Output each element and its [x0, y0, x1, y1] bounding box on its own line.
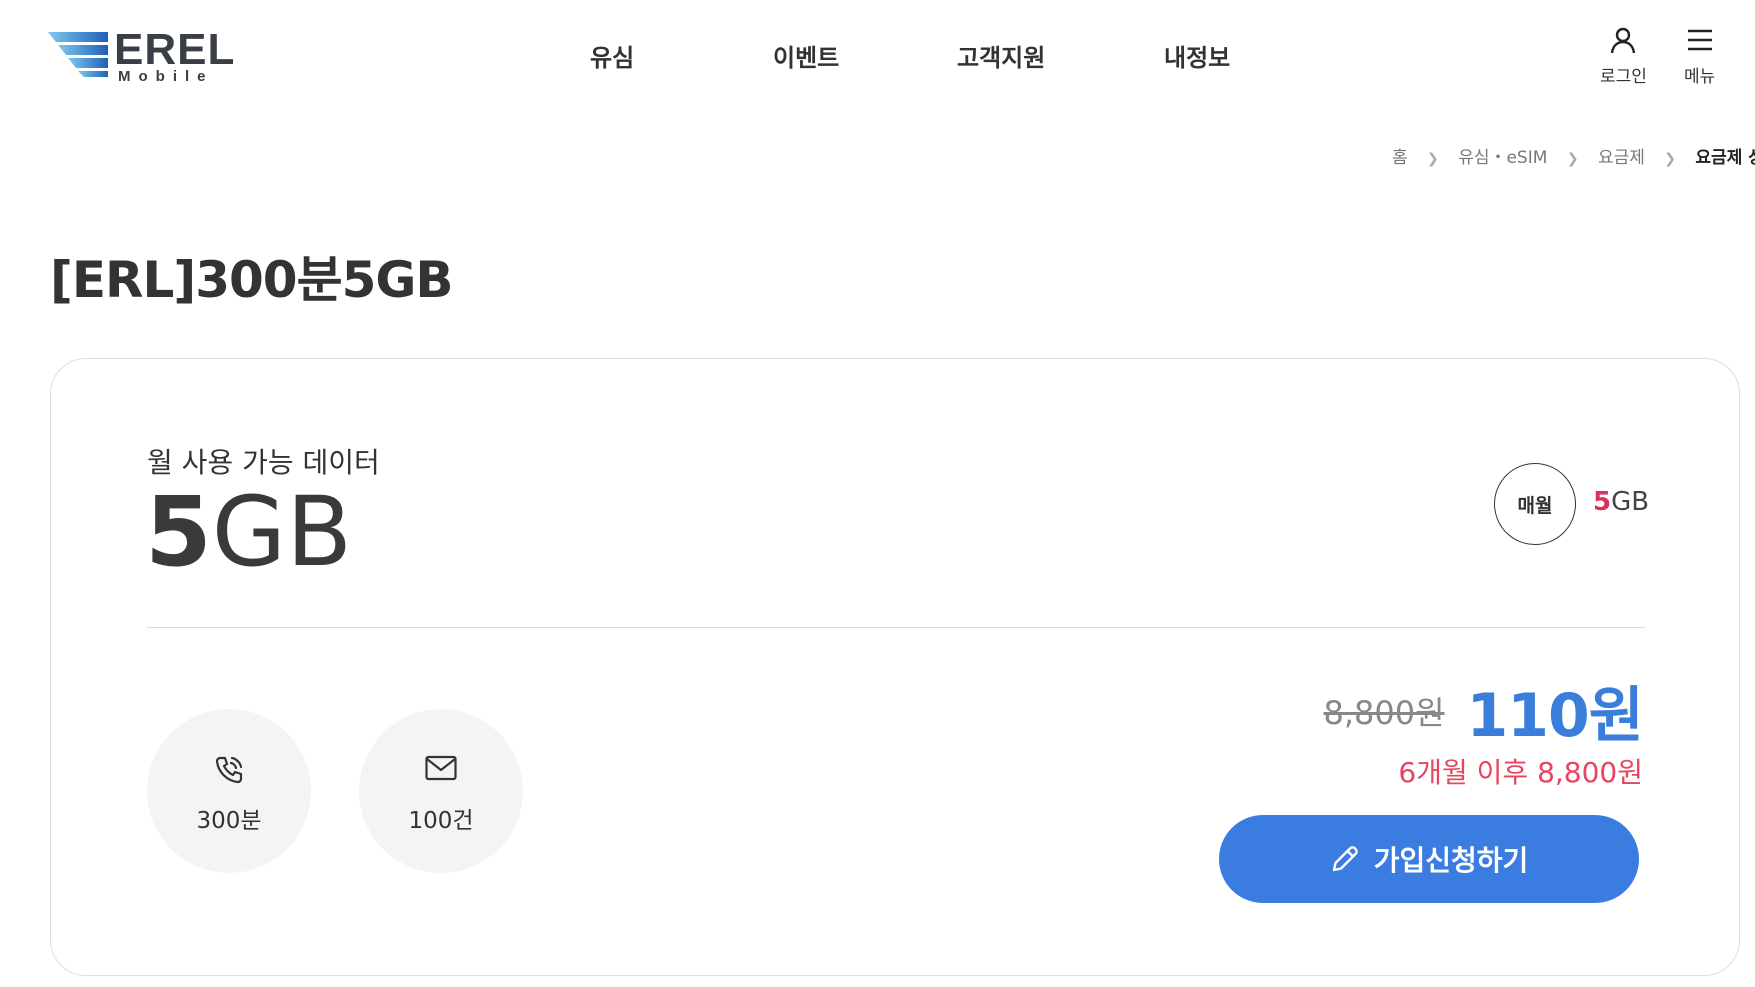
monthly-data-number: 5: [1593, 487, 1612, 517]
data-amount-unit: GB: [211, 476, 353, 588]
breadcrumb: 홈 ❯ 유심・eSIM ❯ 요금제 ❯ 요금제 상세: [1392, 143, 1755, 168]
feature-sms: 100건: [359, 709, 523, 873]
main-nav: 유심 이벤트 고객지원 내정보: [0, 38, 1755, 78]
chevron-right-icon: ❯: [1566, 151, 1579, 167]
pencil-icon: [1332, 846, 1358, 872]
user-icon: [1611, 27, 1636, 54]
menu-label: 메뉴: [1684, 67, 1716, 87]
chevron-right-icon: ❯: [1664, 151, 1677, 167]
breadcrumb-home[interactable]: 홈: [1392, 148, 1408, 168]
phone-icon: [215, 756, 243, 784]
chevron-right-icon: ❯: [1427, 151, 1439, 167]
mail-icon: [425, 755, 457, 781]
nav-item-usim[interactable]: 유심: [590, 38, 634, 73]
feature-sms-label: 100건: [408, 808, 474, 834]
data-label: 월 사용 가능 데이터: [147, 446, 380, 479]
login-button[interactable]: 로그인: [1600, 26, 1647, 87]
monthly-badge: 매월: [1494, 463, 1576, 545]
hamburger-menu-icon: [1687, 29, 1712, 51]
nav-item-myinfo[interactable]: 내정보: [1164, 38, 1230, 73]
breadcrumb-plans[interactable]: 요금제: [1598, 148, 1645, 168]
original-price: 8,800원: [1323, 693, 1445, 732]
site-header: EREL Mobile 유심 이벤트 고객지원 내정보 로그인 메뉴: [0, 0, 1755, 110]
monthly-data: 5GB: [1593, 487, 1649, 517]
nav-item-event[interactable]: 이벤트: [773, 38, 839, 73]
plan-card: 월 사용 가능 데이터 5GB 매월 5GB 300분 100건 8,800원 1…: [50, 358, 1740, 976]
discount-price: 110원: [1466, 681, 1644, 751]
feature-voice: 300분: [147, 709, 311, 873]
feature-voice-label: 300분: [196, 808, 262, 834]
monthly-data-unit: GB: [1611, 487, 1650, 517]
login-label: 로그인: [1600, 67, 1647, 87]
data-amount: 5GB: [145, 477, 352, 587]
price-row: 8,800원 110원: [1323, 667, 1644, 754]
menu-button[interactable]: 메뉴: [1684, 26, 1715, 87]
card-divider: [147, 627, 1645, 628]
breadcrumb-usim-esim[interactable]: 유심・eSIM: [1458, 148, 1547, 168]
apply-button[interactable]: 가입신청하기: [1219, 815, 1639, 903]
nav-item-support[interactable]: 고객지원: [957, 38, 1045, 73]
page-title: [ERL]300분5GB: [50, 251, 454, 309]
breadcrumb-plan-detail: 요금제 상세: [1695, 148, 1755, 168]
apply-button-label: 가입신청하기: [1373, 844, 1529, 877]
data-amount-number: 5: [145, 476, 212, 588]
price-after-period: 6개월 이후 8,800원: [1398, 756, 1643, 789]
